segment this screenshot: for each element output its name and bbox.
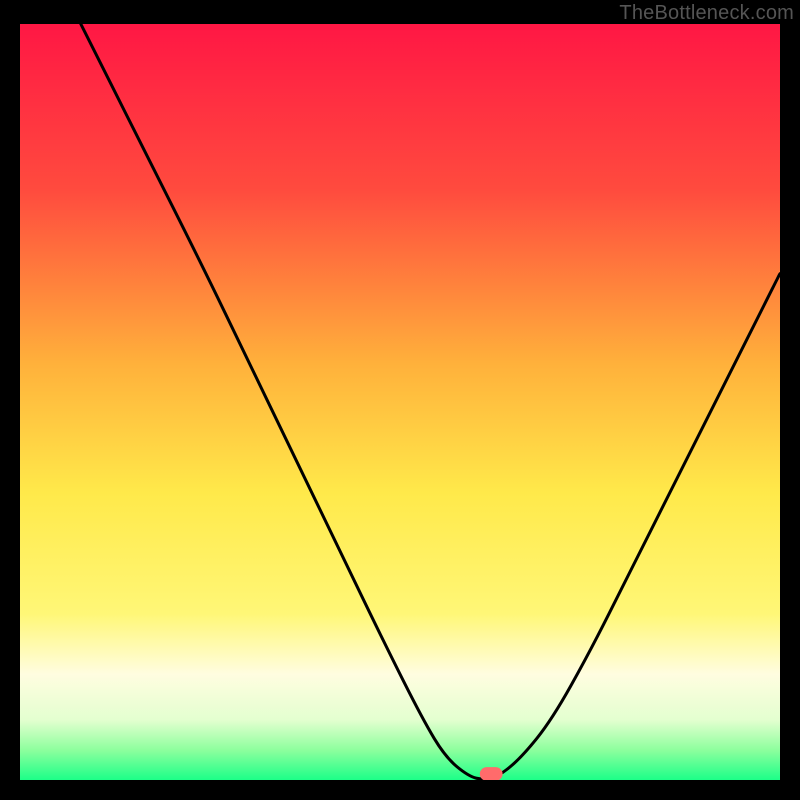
chart-svg	[20, 24, 780, 780]
plot-area	[20, 24, 780, 780]
watermark-label: TheBottleneck.com	[619, 2, 794, 25]
heatmap-background	[20, 24, 780, 780]
current-config-marker	[480, 767, 503, 780]
chart-container: TheBottleneck.com	[0, 0, 800, 800]
